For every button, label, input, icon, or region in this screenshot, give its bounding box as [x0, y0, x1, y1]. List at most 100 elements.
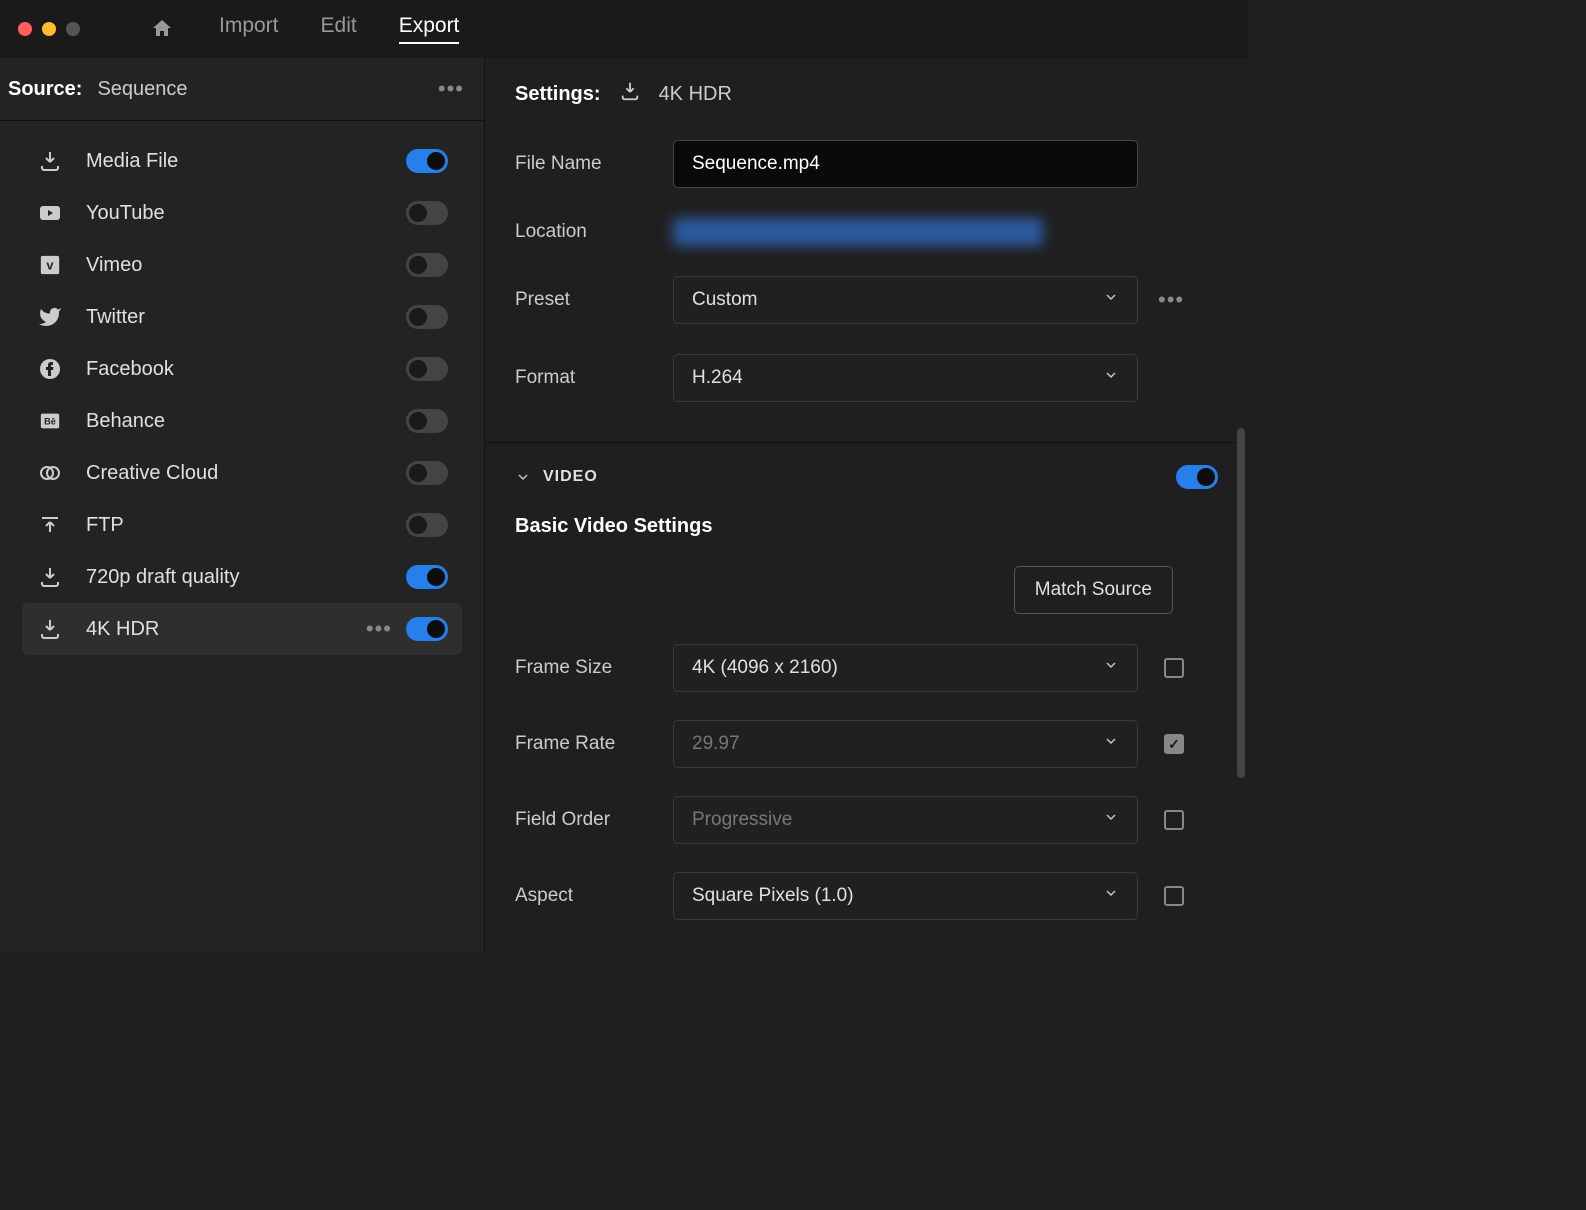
match-source-checkbox[interactable]: [1164, 886, 1184, 906]
svg-text:Bē: Bē: [44, 417, 56, 427]
source-label: Source:: [8, 78, 82, 101]
destination-item[interactable]: Bē Behance: [22, 395, 462, 447]
video-setting-row: Frame Rate 29.97: [515, 720, 1218, 768]
video-setting-value: 29.97: [692, 733, 740, 755]
chevron-down-icon: [1103, 809, 1119, 831]
preset-value: Custom: [692, 289, 757, 311]
destination-toggle[interactable]: [406, 409, 448, 433]
titlebar: Import Edit Export: [0, 0, 1248, 58]
destination-item[interactable]: 4K HDR •••: [22, 603, 462, 655]
destination-item[interactable]: YouTube: [22, 187, 462, 239]
source-value[interactable]: Sequence: [97, 78, 187, 101]
tab-edit[interactable]: Edit: [321, 14, 357, 44]
destination-toggle[interactable]: [406, 305, 448, 329]
export-form: File Name Location Preset Custom ••• For…: [485, 130, 1248, 443]
destination-item[interactable]: v Vimeo: [22, 239, 462, 291]
match-source-button[interactable]: Match Source: [1014, 566, 1173, 614]
destination-toggle[interactable]: [406, 513, 448, 537]
tab-export[interactable]: Export: [399, 14, 460, 44]
destination-item[interactable]: 720p draft quality: [22, 551, 462, 603]
behance-icon: Bē: [36, 407, 64, 435]
chevron-down-icon: [1103, 367, 1119, 389]
location-link[interactable]: [673, 218, 1043, 246]
vimeo-icon: v: [36, 251, 64, 279]
svg-text:v: v: [46, 258, 54, 273]
destination-label: Twitter: [86, 306, 384, 329]
destination-toggle[interactable]: [406, 617, 448, 641]
preset-more-button[interactable]: •••: [1158, 287, 1184, 313]
video-setting-select[interactable]: 4K (4096 x 2160): [673, 644, 1138, 692]
format-select[interactable]: H.264: [673, 354, 1138, 402]
destination-toggle[interactable]: [406, 565, 448, 589]
match-source-checkbox[interactable]: [1164, 734, 1184, 754]
video-setting-label: Frame Size: [515, 657, 673, 679]
destination-more-button[interactable]: •••: [366, 616, 392, 642]
youtube-icon: [36, 199, 64, 227]
basic-video-settings-title: Basic Video Settings: [515, 515, 1218, 538]
video-section-toggle[interactable]: [1176, 465, 1218, 489]
minimize-window-button[interactable]: [42, 22, 56, 36]
video-setting-select[interactable]: Square Pixels (1.0): [673, 872, 1138, 920]
source-header: Source: Sequence •••: [0, 58, 484, 121]
ftp-icon: [36, 511, 64, 539]
destination-label: 4K HDR: [86, 618, 344, 641]
video-setting-label: Aspect: [515, 885, 673, 907]
tab-import[interactable]: Import: [219, 14, 279, 44]
destination-toggle[interactable]: [406, 461, 448, 485]
match-source-checkbox[interactable]: [1164, 658, 1184, 678]
destination-toggle[interactable]: [406, 253, 448, 277]
video-setting-value: 4K (4096 x 2160): [692, 657, 838, 679]
video-setting-label: Frame Rate: [515, 733, 673, 755]
maximize-window-button[interactable]: [66, 22, 80, 36]
destination-label: Vimeo: [86, 254, 384, 277]
filename-input[interactable]: [673, 140, 1138, 188]
destination-toggle[interactable]: [406, 201, 448, 225]
cc-icon: [36, 459, 64, 487]
destination-item[interactable]: Twitter: [22, 291, 462, 343]
video-setting-row: Frame Size 4K (4096 x 2160): [515, 644, 1218, 692]
settings-panel: Settings: 4K HDR File Name Location Pres…: [485, 58, 1248, 952]
destination-label: Creative Cloud: [86, 462, 384, 485]
destination-item[interactable]: Facebook: [22, 343, 462, 395]
home-button[interactable]: [150, 17, 174, 41]
download-icon: [36, 615, 64, 643]
video-setting-select: Progressive: [673, 796, 1138, 844]
destination-toggle[interactable]: [406, 149, 448, 173]
destination-toggle[interactable]: [406, 357, 448, 381]
preset-select[interactable]: Custom: [673, 276, 1138, 324]
video-setting-row: Aspect Square Pixels (1.0): [515, 872, 1218, 920]
chevron-down-icon: [515, 469, 531, 485]
video-setting-value: Square Pixels (1.0): [692, 885, 854, 907]
video-section-title: VIDEO: [543, 468, 598, 486]
source-panel: Source: Sequence ••• Media File YouTube …: [0, 58, 485, 952]
video-setting-row: Field Order Progressive: [515, 796, 1218, 844]
nav-tabs: Import Edit Export: [219, 14, 459, 44]
destination-item[interactable]: FTP: [22, 499, 462, 551]
format-label: Format: [515, 367, 673, 389]
settings-label: Settings:: [515, 83, 601, 106]
destination-label: Media File: [86, 150, 384, 173]
destination-label: FTP: [86, 514, 384, 537]
destination-label: 720p draft quality: [86, 566, 384, 589]
destination-item[interactable]: Creative Cloud: [22, 447, 462, 499]
close-window-button[interactable]: [18, 22, 32, 36]
window-controls: [18, 22, 80, 36]
destination-label: YouTube: [86, 202, 384, 225]
source-more-button[interactable]: •••: [438, 76, 464, 102]
video-setting-label: Field Order: [515, 809, 673, 831]
destination-item[interactable]: Media File: [22, 135, 462, 187]
video-section-header[interactable]: VIDEO: [515, 465, 1218, 489]
filename-label: File Name: [515, 153, 673, 175]
location-label: Location: [515, 221, 673, 243]
scrollbar[interactable]: [1237, 428, 1245, 778]
match-source-checkbox[interactable]: [1164, 810, 1184, 830]
preset-label: Preset: [515, 289, 673, 311]
chevron-down-icon: [1103, 657, 1119, 679]
video-setting-select: 29.97: [673, 720, 1138, 768]
destination-label: Behance: [86, 410, 384, 433]
video-section: VIDEO Basic Video Settings Match Source …: [485, 443, 1248, 952]
download-icon: [619, 80, 641, 108]
twitter-icon: [36, 303, 64, 331]
facebook-icon: [36, 355, 64, 383]
chevron-down-icon: [1103, 885, 1119, 907]
